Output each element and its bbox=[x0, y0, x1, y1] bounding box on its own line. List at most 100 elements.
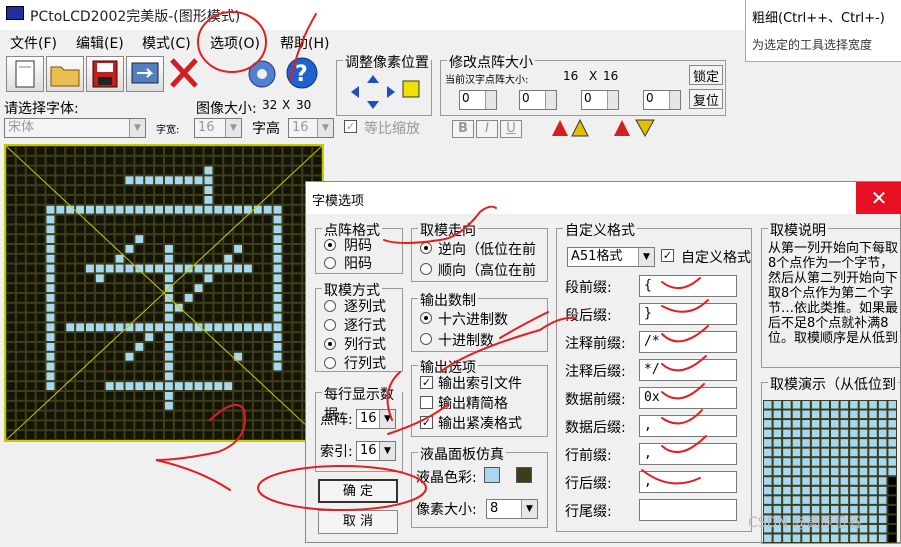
lcd-group: 液晶面板仿真 液晶色彩: 像素大小: 8 ▼ bbox=[411, 444, 548, 528]
radio-negative[interactable] bbox=[324, 239, 336, 251]
custom-row-field[interactable] bbox=[639, 499, 737, 521]
radio-forward-label: 顺向（高位在前 bbox=[438, 263, 536, 279]
index-value: 16 bbox=[360, 443, 377, 458]
help-button[interactable]: ? bbox=[284, 56, 322, 92]
delete-button[interactable] bbox=[166, 56, 204, 92]
custom-format-title: 自定义格式 bbox=[563, 220, 637, 240]
radio-hex-label: 十六进制数 bbox=[438, 312, 508, 328]
dot-value: 16 bbox=[360, 411, 377, 426]
menu-options[interactable]: 选项(O) bbox=[210, 33, 260, 53]
radio-forward[interactable] bbox=[420, 263, 432, 275]
size-w: 16 bbox=[563, 69, 579, 83]
radio-by-row[interactable] bbox=[324, 319, 336, 331]
bold-button[interactable]: B bbox=[452, 120, 474, 138]
description-text: 从第一列开始向下每取8个点作为一个字节，然后从第二列开始向下取8个点作为第二个字… bbox=[768, 241, 899, 346]
lcd-color-1[interactable] bbox=[484, 467, 500, 483]
check-tight[interactable]: ✓ bbox=[420, 416, 433, 429]
spin-left[interactable]: 0 bbox=[459, 90, 497, 110]
new-file-icon bbox=[15, 60, 35, 88]
lcd-color-label: 液晶色彩: bbox=[416, 470, 477, 486]
lcd-title: 液晶面板仿真 bbox=[418, 444, 506, 464]
radio-row-column[interactable] bbox=[324, 357, 336, 369]
lcd-color-2[interactable] bbox=[516, 467, 532, 483]
pixel-canvas[interactable] bbox=[4, 144, 324, 442]
spin-top[interactable]: 0 bbox=[519, 90, 557, 110]
settings-button[interactable] bbox=[244, 56, 282, 92]
italic-button[interactable]: I bbox=[476, 120, 498, 138]
new-file-button[interactable] bbox=[6, 56, 44, 92]
custom-format-checkbox[interactable]: ✓ bbox=[661, 249, 674, 262]
close-icon bbox=[170, 58, 198, 88]
dot-label: 点阵: bbox=[320, 412, 353, 428]
custom-row-field[interactable]: , bbox=[639, 443, 737, 465]
pixel-size-value: 8 bbox=[490, 501, 499, 516]
custom-row-label: 注释前缀: bbox=[565, 336, 626, 352]
custom-row-field[interactable]: 0x bbox=[639, 387, 737, 409]
dot-combo[interactable]: 16 ▼ bbox=[356, 409, 396, 429]
chevron-down-icon: ▼ bbox=[317, 119, 333, 137]
custom-row-field[interactable]: { bbox=[639, 275, 737, 297]
radio-hex[interactable] bbox=[420, 312, 432, 324]
cancel-button[interactable]: 取 消 bbox=[318, 510, 398, 534]
index-combo[interactable]: 16 ▼ bbox=[356, 441, 396, 461]
check-index-file[interactable]: ✓ bbox=[420, 376, 433, 389]
reset-button[interactable]: 复位 bbox=[689, 89, 723, 109]
chevron-down-icon: ▼ bbox=[225, 119, 241, 137]
menu-mode[interactable]: 模式(C) bbox=[142, 33, 191, 53]
radio-reverse-label: 逆向（低位在前 bbox=[438, 242, 536, 258]
save-button[interactable] bbox=[86, 56, 124, 92]
chevron-down-icon: ▼ bbox=[521, 500, 537, 518]
font-height-combo[interactable]: 16 ▼ bbox=[288, 118, 334, 138]
spin-right[interactable]: 0 bbox=[581, 90, 619, 110]
flip-button[interactable] bbox=[610, 116, 660, 140]
tooltip: 粗细(Ctrl++、Ctrl+-) 为选定的工具选择宽度 bbox=[745, 0, 901, 62]
modify-size-title: 修改点阵大小 bbox=[447, 52, 535, 72]
ok-button[interactable]: 确 定 bbox=[318, 479, 398, 503]
preset-combo[interactable]: A51格式 ▼ bbox=[567, 247, 655, 267]
ratio-checkbox[interactable]: ✓ bbox=[344, 120, 357, 133]
size-h: 16 bbox=[603, 69, 619, 83]
custom-row-field[interactable]: */ bbox=[639, 359, 737, 381]
dialog-close-button[interactable]: ✕ bbox=[856, 182, 901, 214]
radio-reverse[interactable] bbox=[420, 242, 432, 254]
description-group: 取模说明 从第一列开始向下每取8个点作为一个字节，然后从第二列开始向下取8个点作… bbox=[761, 220, 901, 368]
menu-help[interactable]: 帮助(H) bbox=[280, 33, 329, 53]
help-icon: ? bbox=[286, 57, 318, 89]
pixel-size-combo[interactable]: 8 ▼ bbox=[486, 499, 538, 519]
lock-button[interactable]: 锁定 bbox=[689, 65, 723, 85]
radio-column-row[interactable] bbox=[324, 338, 336, 350]
custom-row-field[interactable]: /* bbox=[639, 331, 737, 353]
custom-row-field[interactable]: , bbox=[639, 415, 737, 437]
custom-row-label: 行尾缀: bbox=[565, 504, 612, 520]
spin-bottom[interactable]: 0 bbox=[643, 90, 681, 110]
rotate-button[interactable] bbox=[548, 116, 598, 140]
image-size-h: 30 bbox=[296, 98, 312, 112]
app-icon bbox=[6, 6, 24, 20]
pixel-size-label: 像素大小: bbox=[416, 502, 477, 518]
font-height-label: 字高 bbox=[252, 121, 280, 137]
arrow-pad-icons[interactable] bbox=[343, 71, 427, 113]
radio-positive[interactable] bbox=[324, 257, 336, 269]
pixel-grid[interactable] bbox=[6, 146, 322, 440]
menu-file[interactable]: 文件(F) bbox=[10, 33, 57, 53]
export-button[interactable] bbox=[126, 56, 164, 92]
font-width-combo[interactable]: 16 ▼ bbox=[194, 118, 242, 138]
output-base-group: 输出数制 十六进制数 十进制数 bbox=[411, 290, 548, 352]
custom-row-label: 数据后缀: bbox=[565, 420, 626, 436]
export-icon bbox=[131, 62, 159, 84]
floppy-icon bbox=[92, 60, 118, 88]
font-combo[interactable]: 宋体 ▼ bbox=[4, 118, 146, 138]
custom-row-field[interactable]: } bbox=[639, 303, 737, 325]
ratio-label: 等比缩放 bbox=[364, 121, 420, 137]
radio-negative-label: 阴码 bbox=[344, 238, 372, 254]
font-value: 宋体 bbox=[8, 120, 35, 135]
font-width-label: 字宽: bbox=[156, 125, 180, 136]
custom-row-field[interactable]: , bbox=[639, 471, 737, 493]
open-button[interactable] bbox=[46, 56, 84, 92]
underline-button[interactable]: U bbox=[500, 120, 522, 138]
radio-dec[interactable] bbox=[420, 333, 432, 345]
radio-by-column[interactable] bbox=[324, 300, 336, 312]
check-compact[interactable] bbox=[420, 396, 433, 409]
rotate-icon bbox=[552, 118, 589, 137]
menu-edit[interactable]: 编辑(E) bbox=[76, 33, 124, 53]
